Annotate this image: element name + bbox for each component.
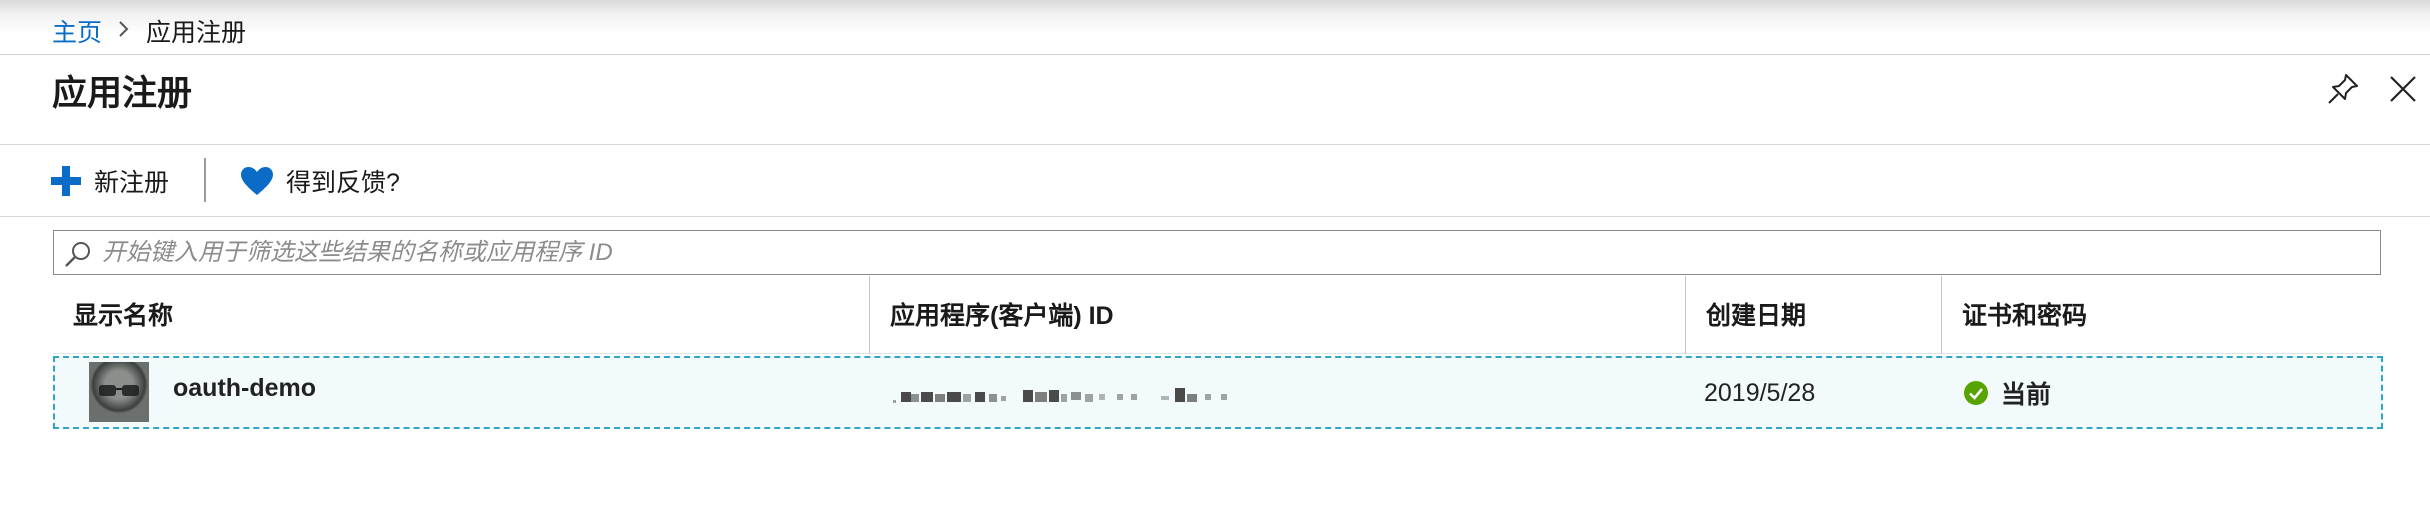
pin-icon bbox=[2328, 74, 2358, 104]
pin-button[interactable] bbox=[2323, 69, 2363, 109]
column-header-display-name[interactable]: 显示名称 bbox=[53, 276, 869, 354]
table-header: 显示名称 应用程序(客户端) ID 创建日期 证书和密码 bbox=[53, 276, 2382, 354]
column-header-certificates[interactable]: 证书和密码 bbox=[1941, 276, 2382, 354]
title-row: 应用注册 bbox=[0, 56, 2430, 145]
app-registrations-page: 主页 应用注册 应用注册 新注册 得到反馈? 开始键入用于筛选这些结果的名称或应… bbox=[0, 0, 2430, 518]
new-registration-button[interactable]: 新注册 bbox=[50, 160, 169, 202]
breadcrumb-home-link[interactable]: 主页 bbox=[52, 13, 102, 49]
check-circle-icon bbox=[1964, 381, 1988, 405]
feedback-label: 得到反馈? bbox=[286, 169, 400, 197]
command-bar: 新注册 得到反馈? bbox=[0, 146, 2430, 217]
page-title: 应用注册 bbox=[52, 74, 193, 113]
app-display-name[interactable]: oauth-demo bbox=[173, 374, 316, 403]
search-icon bbox=[65, 242, 90, 267]
feedback-button[interactable]: 得到反馈? bbox=[240, 160, 400, 202]
close-button[interactable] bbox=[2383, 69, 2423, 109]
toolbar-divider bbox=[204, 158, 206, 202]
breadcrumb: 主页 应用注册 bbox=[52, 13, 246, 49]
filter-box bbox=[53, 230, 2381, 275]
chevron-right-icon bbox=[118, 18, 130, 44]
heart-icon bbox=[241, 167, 273, 195]
column-header-created[interactable]: 创建日期 bbox=[1685, 276, 1941, 354]
certificate-status: 当前 bbox=[1963, 375, 2051, 411]
close-icon bbox=[2390, 76, 2416, 102]
avatar bbox=[89, 362, 149, 422]
certificate-status-label: 当前 bbox=[2001, 381, 2052, 409]
new-registration-label: 新注册 bbox=[94, 169, 170, 197]
table-row[interactable]: oauth-demo 2019/5/28 当前 bbox=[53, 356, 2383, 429]
breadcrumb-current: 应用注册 bbox=[146, 19, 247, 47]
created-date: 2019/5/28 bbox=[1704, 379, 1816, 407]
column-header-client-id[interactable]: 应用程序(客户端) ID bbox=[869, 276, 1685, 354]
breadcrumb-bar: 主页 应用注册 bbox=[0, 0, 2430, 55]
filter-input[interactable] bbox=[102, 231, 2372, 274]
client-id-redacted bbox=[893, 388, 1413, 408]
plus-icon bbox=[51, 166, 81, 196]
